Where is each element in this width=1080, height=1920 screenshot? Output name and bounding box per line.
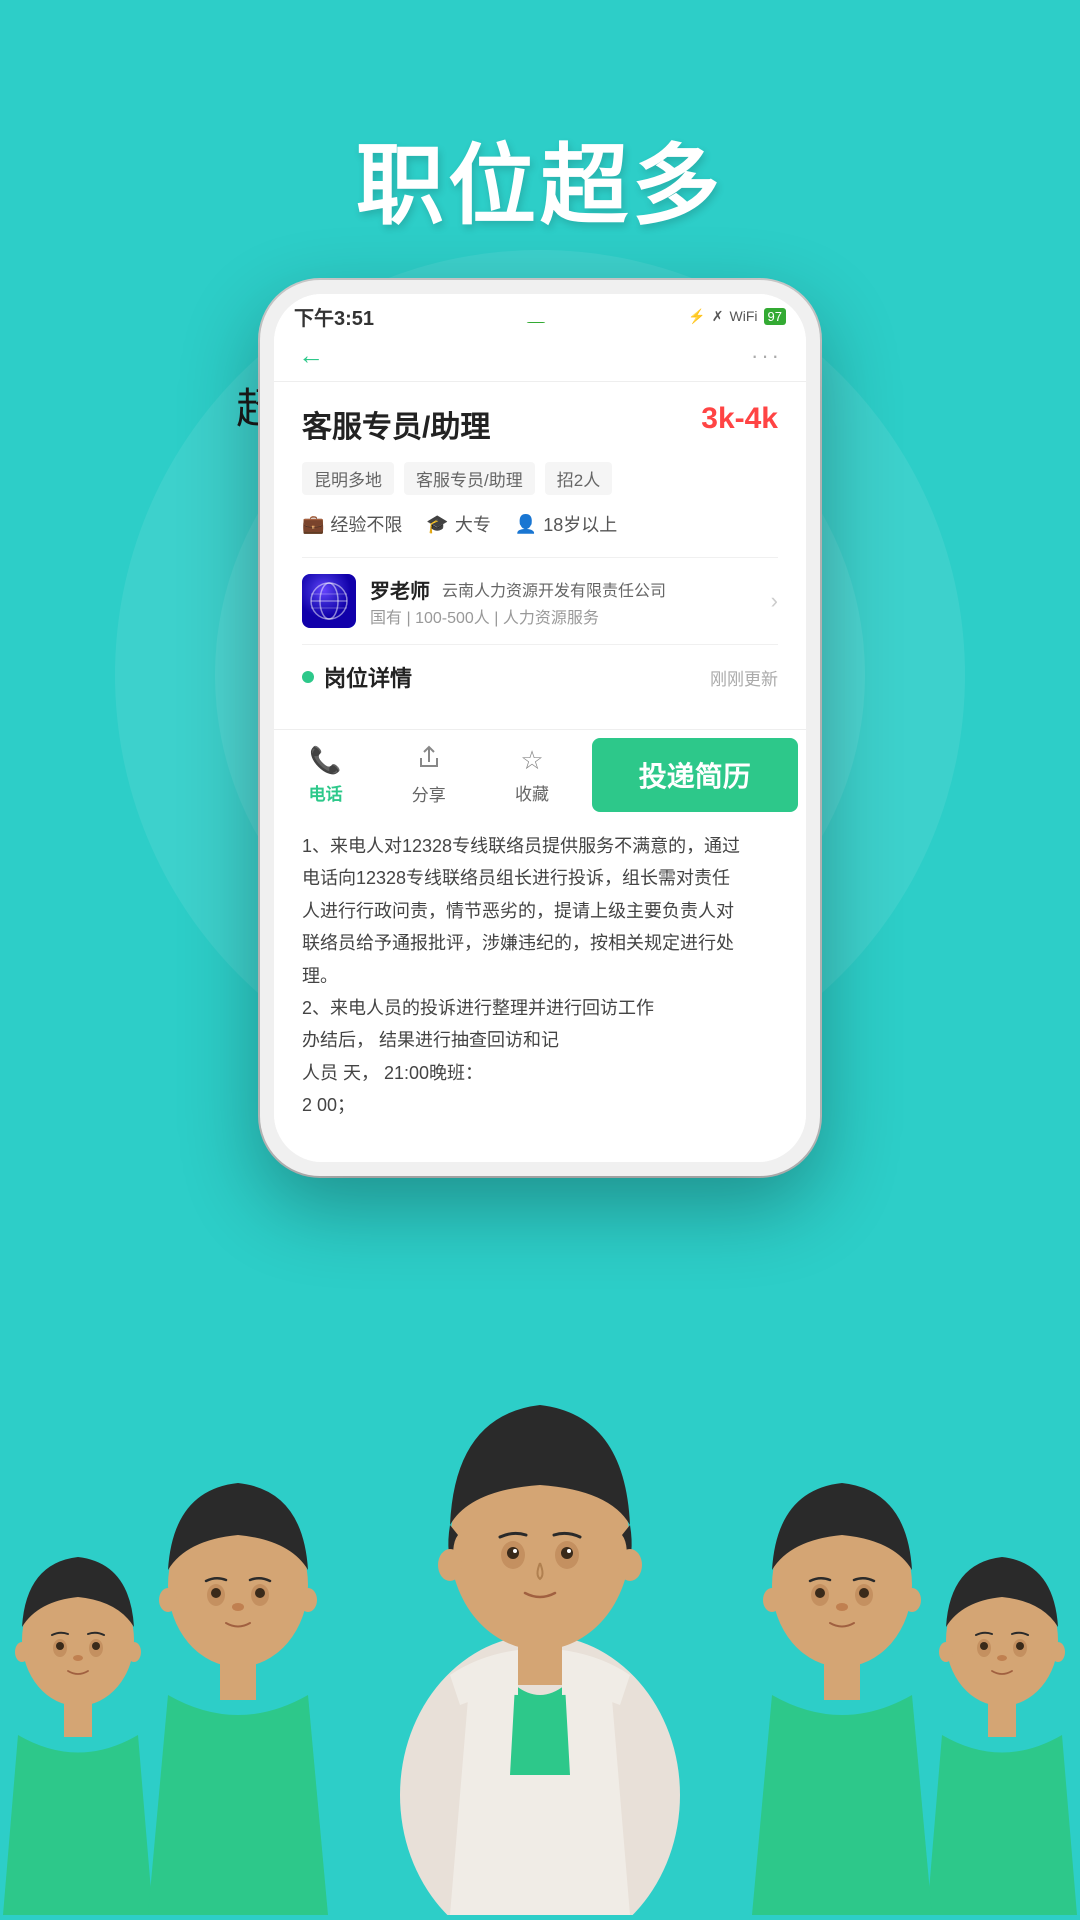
company-left: 罗老师 云南人力资源开发有限责任公司 国有 | 100-500人 | 人力资源服… [302, 574, 666, 628]
battery-indicator: 97 [764, 308, 786, 325]
person-center [350, 1195, 730, 1920]
req-education: 🎓 大专 [426, 511, 490, 537]
company-meta: 国有 | 100-500人 | 人力资源服务 [370, 604, 666, 628]
green-dot-icon [302, 671, 314, 683]
phone-button[interactable]: 📞 电话 [274, 730, 377, 820]
status-icons: ⚡ ✗ WiFi 97 [688, 308, 786, 325]
main-title: 职位超多 [0, 115, 1080, 242]
position-label: 岗位详情 [302, 661, 412, 693]
share-button[interactable]: 分享 [377, 730, 480, 820]
tag-position: 客服专员/助理 [404, 462, 535, 495]
phone-mockup: 下午3:51 ↓ ··· ⚡ ✗ WiFi 97 [260, 280, 820, 1176]
favorite-button[interactable]: ☆ 收藏 [480, 730, 583, 820]
status-time: 下午3:51 [294, 302, 374, 331]
submit-resume-button[interactable]: 投递简历 [592, 738, 798, 812]
company-name: 云南人力资源开发有限责任公司 [442, 577, 666, 601]
phone-fade-overlay [274, 1132, 806, 1162]
action-bar: 📞 电话 分享 ☆ 收藏 [274, 729, 806, 820]
req-age: 👤 18岁以上 [515, 511, 617, 537]
people-section [0, 1120, 1080, 1920]
share-icon [416, 744, 442, 777]
job-detail-content: 客服专员/助理 3k-4k 昆明多地 客服专员/助理 招2人 💼 经验不限 [274, 382, 806, 729]
company-info-row[interactable]: 罗老师 云南人力资源开发有限责任公司 国有 | 100-500人 | 人力资源服… [302, 557, 778, 645]
star-icon: ☆ [520, 745, 543, 776]
more-button[interactable]: ··· [751, 343, 782, 369]
app-nav-bar: ← ··· [274, 330, 806, 382]
position-section: 岗位详情 刚刚更新 [302, 645, 778, 709]
company-details: 罗老师 云南人力资源开发有限责任公司 国有 | 100-500人 | 人力资源服… [370, 575, 666, 628]
job-description: 1、来电人对12328专线联络员提供服务不满意的，通过 电话向12328专线联络… [274, 820, 806, 1132]
person-right1 [712, 1315, 972, 1920]
job-salary: 3k-4k [701, 402, 778, 436]
recruiter-avatar [302, 574, 356, 628]
person-left1 [108, 1315, 368, 1920]
phone-notch [460, 294, 620, 322]
req-experience: 💼 经验不限 [302, 511, 402, 537]
job-requirements: 💼 经验不限 🎓 大专 👤 18岁以上 [302, 511, 778, 537]
tag-location: 昆明多地 [302, 462, 394, 495]
tag-headcount: 招2人 [545, 462, 612, 495]
job-tags: 昆明多地 客服专员/助理 招2人 [302, 462, 778, 495]
phone-label: 电话 [309, 780, 343, 805]
favorite-label: 收藏 [515, 780, 549, 805]
arrow-right-icon: › [771, 588, 778, 614]
share-label: 分享 [412, 781, 446, 806]
phone-icon: 📞 [309, 745, 341, 776]
job-header: 客服专员/助理 3k-4k [302, 402, 778, 446]
back-button[interactable]: ← [298, 340, 324, 371]
recruiter-name: 罗老师 [370, 575, 430, 604]
job-title: 客服专员/助理 [302, 402, 490, 446]
update-time: 刚刚更新 [710, 665, 778, 690]
